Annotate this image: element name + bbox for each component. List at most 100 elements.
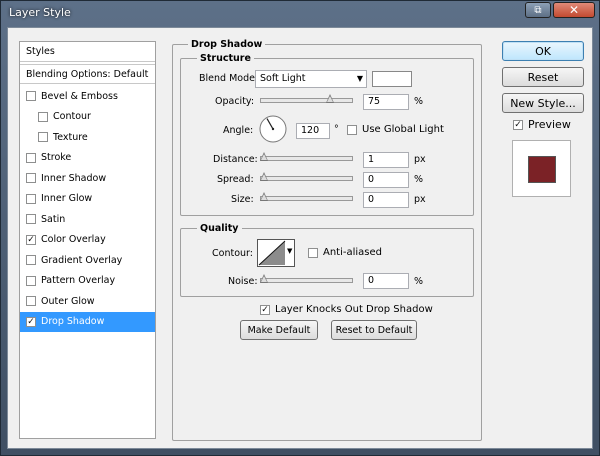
make-default-button[interactable]: Make Default bbox=[240, 320, 318, 340]
make-default-label: Make Default bbox=[247, 324, 311, 336]
size-unit: px bbox=[414, 194, 426, 205]
style-item-bevel-emboss[interactable]: Bevel & Emboss bbox=[20, 86, 155, 106]
styles-header-label: Styles bbox=[26, 46, 55, 57]
window-title: Layer Style bbox=[9, 6, 71, 19]
layer-knocks-out-box[interactable]: ✓ bbox=[260, 304, 270, 315]
style-item-checkbox[interactable] bbox=[38, 111, 48, 122]
reset-button[interactable]: Reset bbox=[502, 67, 584, 87]
ok-button[interactable]: OK bbox=[502, 41, 584, 61]
quality-group bbox=[180, 228, 474, 297]
use-global-light-label: Use Global Light bbox=[362, 124, 444, 135]
reset-to-default-button[interactable]: Reset to Default bbox=[331, 320, 417, 340]
title-bar: Layer Style ⧉ ✕ bbox=[1, 1, 599, 25]
style-item-drop-shadow[interactable]: ✓ Drop Shadow bbox=[20, 311, 155, 332]
spread-slider[interactable] bbox=[260, 172, 353, 181]
reset-label: Reset bbox=[527, 70, 559, 84]
style-item-checkbox[interactable] bbox=[26, 152, 36, 163]
opacity-slider-thumb[interactable] bbox=[325, 94, 334, 103]
noise-unit: % bbox=[414, 276, 424, 287]
size-slider-thumb[interactable] bbox=[260, 192, 268, 201]
style-item-gradient-overlay[interactable]: Gradient Overlay bbox=[20, 250, 155, 270]
close-icon: ✕ bbox=[568, 3, 580, 17]
distance-unit: px bbox=[414, 154, 426, 165]
close-button[interactable]: ✕ bbox=[553, 2, 595, 18]
style-item-checkbox[interactable] bbox=[26, 91, 36, 101]
anti-aliased-label: Anti-aliased bbox=[323, 247, 383, 258]
style-item-contour[interactable]: Contour bbox=[20, 107, 155, 127]
blend-mode-select[interactable]: Soft Light ▼ bbox=[255, 70, 367, 88]
style-item-label: Bevel & Emboss bbox=[41, 90, 118, 102]
help-button[interactable]: ⧉ bbox=[525, 2, 551, 18]
noise-slider-thumb[interactable] bbox=[260, 274, 268, 283]
style-item-label: Texture bbox=[53, 131, 88, 143]
reset-to-default-label: Reset to Default bbox=[335, 324, 413, 336]
style-item-checkbox[interactable] bbox=[26, 275, 36, 286]
style-item-label: Contour bbox=[53, 111, 91, 122]
new-style-button[interactable]: New Style... bbox=[502, 93, 584, 113]
distance-label: Distance: bbox=[213, 154, 258, 165]
spread-input[interactable]: 0 bbox=[363, 172, 409, 188]
shadow-color-swatch[interactable] bbox=[372, 71, 412, 87]
opacity-input[interactable]: 75 bbox=[363, 94, 409, 110]
opacity-unit: % bbox=[414, 96, 424, 107]
use-global-light-box[interactable] bbox=[347, 124, 357, 135]
preview-thumbnail bbox=[512, 140, 571, 197]
preview-swatch bbox=[528, 156, 556, 183]
size-input[interactable]: 0 bbox=[363, 192, 409, 208]
ok-label: OK bbox=[535, 44, 551, 58]
style-item-checkbox[interactable] bbox=[26, 255, 36, 265]
new-style-label: New Style... bbox=[510, 96, 576, 110]
angle-dial[interactable] bbox=[258, 114, 288, 144]
chevron-down-icon: ▼ bbox=[356, 74, 363, 83]
style-item-checkbox[interactable] bbox=[26, 193, 36, 204]
style-item-label: Color Overlay bbox=[41, 234, 106, 245]
style-item-label: Satin bbox=[41, 213, 66, 225]
style-item-stroke[interactable]: Stroke bbox=[20, 148, 155, 168]
preview-label: Preview bbox=[528, 118, 571, 131]
blending-options-item[interactable]: Blending Options: Default bbox=[20, 64, 155, 84]
style-item-color-overlay[interactable]: ✓ Color Overlay bbox=[20, 230, 155, 250]
style-item-label: Stroke bbox=[41, 152, 72, 163]
contour-picker[interactable]: ▼ bbox=[257, 239, 295, 267]
structure-title: Structure bbox=[197, 53, 254, 64]
preview-checkbox[interactable]: ✓ Preview bbox=[513, 118, 571, 131]
style-item-label: Gradient Overlay bbox=[41, 254, 123, 266]
quality-title: Quality bbox=[197, 223, 242, 234]
preview-box[interactable]: ✓ bbox=[513, 119, 523, 130]
style-item-pattern-overlay[interactable]: Pattern Overlay bbox=[20, 271, 155, 291]
dialog-body: Styles Blending Options: Default Bevel &… bbox=[7, 27, 593, 449]
style-item-checkbox[interactable] bbox=[38, 132, 48, 142]
style-item-checkbox[interactable] bbox=[26, 296, 36, 306]
style-item-texture[interactable]: Texture bbox=[20, 127, 155, 147]
layer-knocks-out-checkbox[interactable]: ✓ Layer Knocks Out Drop Shadow bbox=[260, 304, 433, 315]
distance-slider-thumb[interactable] bbox=[260, 152, 268, 161]
style-item-satin[interactable]: Satin bbox=[20, 209, 155, 229]
anti-aliased-checkbox[interactable]: Anti-aliased bbox=[308, 247, 382, 258]
noise-slider[interactable] bbox=[260, 274, 353, 283]
style-item-outer-glow[interactable]: Outer Glow bbox=[20, 291, 155, 311]
anti-aliased-box[interactable] bbox=[308, 247, 318, 258]
contour-dropdown-icon[interactable]: ▼ bbox=[287, 247, 292, 255]
angle-input[interactable]: 120 bbox=[296, 123, 330, 139]
style-item-inner-shadow[interactable]: Inner Shadow bbox=[20, 168, 155, 188]
spread-unit: % bbox=[414, 174, 424, 185]
layer-style-dialog: Layer Style ⧉ ✕ Styles Blending Options:… bbox=[0, 0, 600, 456]
style-item-checkbox[interactable] bbox=[26, 214, 36, 224]
angle-unit: ° bbox=[334, 124, 339, 135]
style-item-label: Pattern Overlay bbox=[41, 275, 116, 286]
spread-slider-thumb[interactable] bbox=[260, 172, 268, 181]
distance-input[interactable]: 1 bbox=[363, 152, 409, 168]
styles-list: Styles Blending Options: Default Bevel &… bbox=[19, 41, 156, 439]
help-icon: ⧉ bbox=[534, 4, 542, 16]
styles-header[interactable]: Styles bbox=[20, 42, 155, 62]
distance-slider[interactable] bbox=[260, 152, 353, 161]
style-item-inner-glow[interactable]: Inner Glow bbox=[20, 189, 155, 209]
noise-input[interactable]: 0 bbox=[363, 273, 409, 289]
opacity-slider[interactable] bbox=[260, 94, 353, 103]
blend-mode-value: Soft Light bbox=[260, 73, 306, 84]
use-global-light-checkbox[interactable]: Use Global Light bbox=[347, 124, 444, 135]
style-item-checkbox[interactable]: ✓ bbox=[26, 234, 36, 245]
style-item-checkbox[interactable]: ✓ bbox=[26, 316, 36, 327]
size-slider[interactable] bbox=[260, 192, 353, 201]
style-item-checkbox[interactable] bbox=[26, 173, 36, 183]
